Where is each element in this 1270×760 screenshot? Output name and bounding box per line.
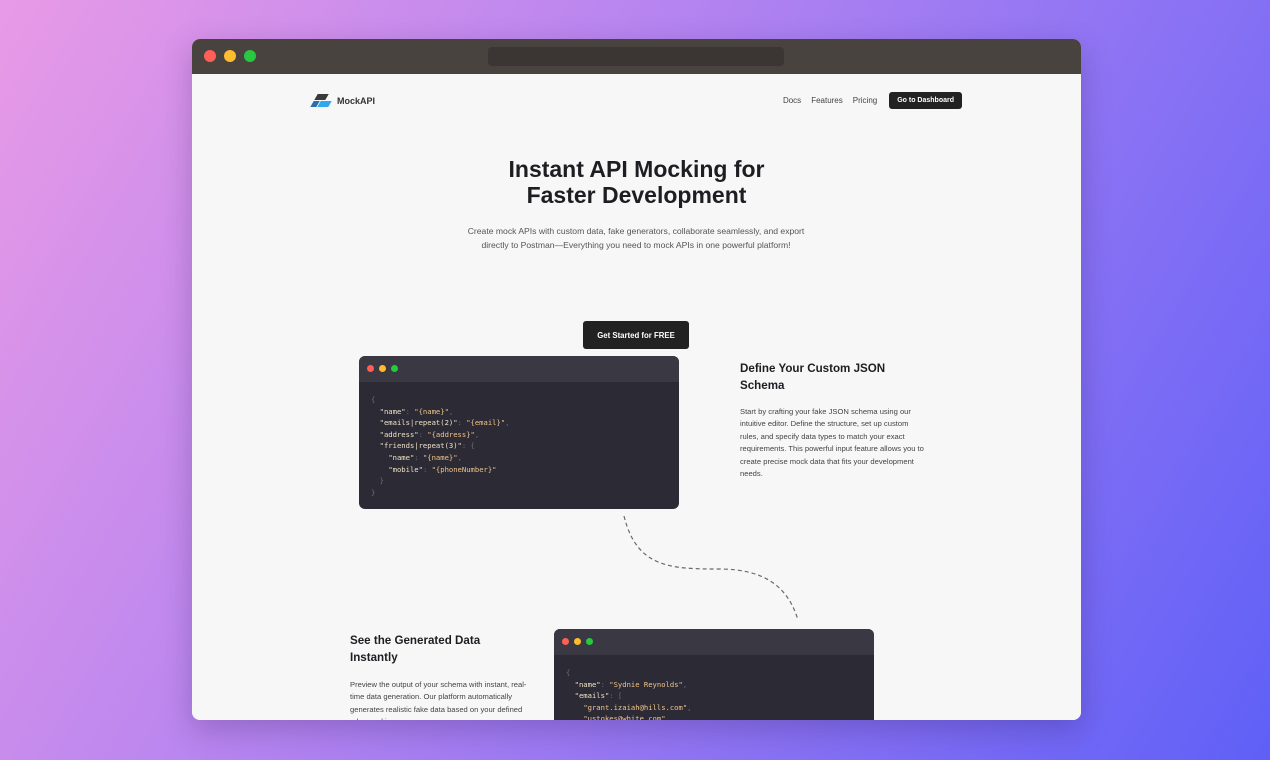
code-token: , <box>682 679 688 689</box>
hero-title: Instant API Mocking for Faster Developme… <box>192 156 1081 208</box>
get-started-button[interactable]: Get Started for FREE <box>583 321 689 349</box>
code-token: , <box>687 702 692 712</box>
code-token: : <box>422 464 432 474</box>
yellow-dot-icon <box>379 365 386 372</box>
code-token: "name" <box>574 679 601 689</box>
feature-text-schema: Start by crafting your fake JSON schema … <box>740 407 924 479</box>
minimize-window-icon[interactable] <box>224 50 236 62</box>
schema-code-block: { "name": "{name}", "emails|repeat(2)": … <box>359 382 679 508</box>
red-dot-icon <box>562 638 569 645</box>
code-token: "grant.izaiah@hills.com" <box>583 702 688 712</box>
code-token: "ustokes@white.com" <box>583 714 666 720</box>
red-dot-icon <box>367 365 374 372</box>
close-window-icon[interactable] <box>204 50 216 62</box>
maximize-window-icon[interactable] <box>244 50 256 62</box>
browser-window: MockAPI Docs Features Pricing Go to Dash… <box>192 39 1081 720</box>
code-token: } <box>371 487 376 497</box>
code-token: "Sydnie Reynolds" <box>609 679 683 689</box>
code-line: "emails": [ <box>566 690 862 702</box>
code-token: "{address}" <box>427 429 475 439</box>
code-token: , <box>505 418 510 428</box>
code-card-header <box>554 629 874 655</box>
code-card-header <box>359 356 679 382</box>
green-dot-icon <box>391 365 398 372</box>
code-token: , <box>474 429 480 439</box>
generated-code-card: { "name": "Sydnie Reynolds", "emails": [… <box>554 629 874 720</box>
code-token: "name" <box>388 452 415 462</box>
code-line: "name": "{name}", <box>371 406 667 418</box>
top-nav: MockAPI Docs Features Pricing Go to Dash… <box>310 92 962 112</box>
code-line: "name": "{name}", <box>371 452 667 464</box>
code-token: : <box>414 452 423 462</box>
nav-link-features[interactable]: Features <box>811 96 843 105</box>
page-content: MockAPI Docs Features Pricing Go to Dash… <box>192 74 1081 720</box>
feature-title-generated: See the Generated Data Instantly <box>350 634 481 664</box>
hero-subtitle-line1: Create mock APIs with custom data, fake … <box>467 226 805 236</box>
code-token: "friends|repeat(3)" <box>379 441 462 451</box>
logo-text: MockAPI <box>337 96 376 106</box>
code-token: : { <box>461 441 475 451</box>
code-token: { <box>371 395 376 404</box>
nav-links: Docs Features Pricing Go to Dashboard <box>783 92 962 109</box>
code-line: "friends|repeat(3)": { <box>371 440 667 452</box>
code-line: { <box>566 667 862 679</box>
code-token: : <box>418 429 428 439</box>
logo-mark-icon <box>310 94 332 108</box>
code-line: "name": "Sydnie Reynolds", <box>566 679 862 691</box>
dashed-connector <box>623 515 799 621</box>
browser-titlebar <box>192 39 1081 74</box>
code-token: : <box>457 418 467 428</box>
code-token: "address" <box>379 429 419 439</box>
code-token: "name" <box>379 406 406 416</box>
code-line: "grant.izaiah@hills.com", <box>566 702 862 714</box>
code-line: { <box>371 394 667 406</box>
go-to-dashboard-button[interactable]: Go to Dashboard <box>889 92 962 109</box>
feature-text-generated: Preview the output of your schema with i… <box>350 680 527 720</box>
yellow-dot-icon <box>574 638 581 645</box>
generated-code-block: { "name": "Sydnie Reynolds", "emails": [… <box>554 655 874 720</box>
code-token: , <box>448 406 454 416</box>
code-token: : <box>600 679 610 689</box>
code-token: "emails" <box>574 691 610 701</box>
code-token: : <box>405 406 415 416</box>
nav-link-docs[interactable]: Docs <box>783 96 801 105</box>
schema-code-card: { "name": "{name}", "emails|repeat(2)": … <box>359 356 679 509</box>
hero-title-line1: Instant API Mocking for <box>508 156 765 182</box>
feature-title-schema: Define Your Custom JSON Schema <box>740 362 886 392</box>
code-line: } <box>371 487 667 499</box>
code-line: } <box>371 475 667 487</box>
code-token: "{email}" <box>466 418 506 428</box>
code-line: "ustokes@white.com" <box>566 713 862 720</box>
code-line: "emails|repeat(2)": "{email}", <box>371 417 667 429</box>
hero-subtitle: Create mock APIs with custom data, fake … <box>436 224 836 252</box>
address-bar[interactable] <box>488 47 784 66</box>
nav-link-pricing[interactable]: Pricing <box>853 96 877 105</box>
green-dot-icon <box>586 638 593 645</box>
hero-title-line2: Faster Development <box>526 182 747 208</box>
logo[interactable]: MockAPI <box>310 94 376 108</box>
code-line: "address": "{address}", <box>371 429 667 441</box>
code-token: "{phoneNumber}" <box>431 464 497 474</box>
code-token: "mobile" <box>388 464 423 474</box>
code-token: "emails|repeat(2)" <box>379 418 458 428</box>
code-token: } <box>379 476 384 486</box>
code-token: "{name}" <box>422 452 458 462</box>
code-line: "mobile": "{phoneNumber}" <box>371 464 667 476</box>
code-token: "{name}" <box>414 406 449 416</box>
code-token: { <box>566 668 571 677</box>
code-token: : [ <box>609 691 623 701</box>
code-token: , <box>457 452 462 462</box>
hero-subtitle-line2: directly to Postman—Everything you need … <box>481 240 791 250</box>
